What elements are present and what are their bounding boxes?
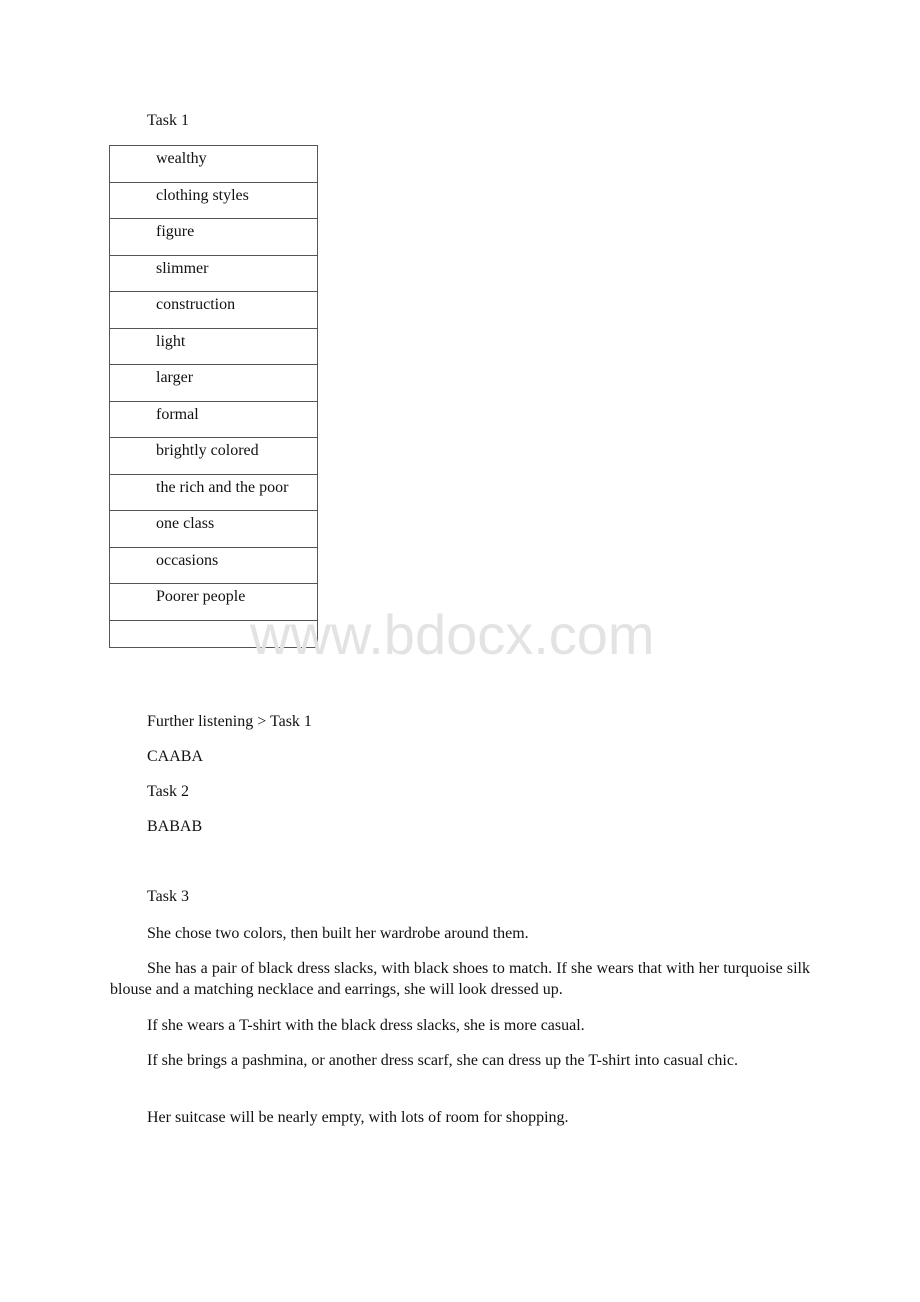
further-listening-heading: Further listening > Task 1 (147, 713, 312, 730)
table-row: occasions (109, 546, 318, 584)
answer-text: the rich and the poor (156, 478, 289, 496)
table-row: wealthy (109, 145, 318, 183)
task3-paragraph: She has a pair of black dress slacks, wi… (110, 960, 810, 998)
table-row: one class (109, 510, 318, 548)
answer-text: wealthy (156, 150, 207, 167)
table-cell: larger (109, 364, 318, 402)
task2-answer-key: BABAB (147, 818, 203, 835)
answer-text: light (156, 332, 186, 350)
task3-paragraph: She chose two colors, then built her war… (147, 925, 529, 942)
task3-paragraph: If she brings a pashmina, or another dre… (147, 1052, 738, 1069)
table-cell: light (109, 327, 318, 365)
answer-text: figure (156, 223, 195, 240)
answer-text: larger (156, 369, 194, 386)
task3-paragraph: If she wears a T-shirt with the black dr… (147, 1017, 585, 1034)
task3-paragraph: Her suitcase will be nearly empty, with … (147, 1109, 569, 1126)
table-cell: construction (109, 291, 318, 329)
document-page: Task 1 wealthy clothing styles figure sl… (0, 0, 920, 1302)
table-row: figure (109, 218, 318, 256)
answer-text: construction (156, 296, 236, 313)
answer-text: formal (156, 405, 199, 423)
answer-text: one class (156, 515, 215, 532)
table-row: clothing styles (109, 181, 318, 219)
table-row: larger (109, 364, 318, 402)
answer-text: clothing styles (156, 186, 249, 204)
task1-answer-table: wealthy clothing styles figure slimmer c… (109, 145, 318, 648)
table-cell: wealthy (109, 145, 318, 183)
answer-text: brightly colored (156, 442, 259, 459)
task3-heading: Task 3 (147, 888, 189, 905)
table-cell: figure (109, 218, 318, 256)
table-row: light (109, 327, 318, 365)
task2-heading: Task 2 (147, 783, 189, 800)
table-cell: one class (109, 510, 318, 548)
table-cell: occasions (109, 546, 318, 584)
watermark: www.bdocx.com (250, 603, 655, 666)
answer-text: slimmer (156, 259, 209, 277)
table-row: brightly colored (109, 437, 318, 475)
table-row: formal (109, 400, 318, 438)
table-cell: slimmer (109, 254, 318, 292)
task1-answer-key: CAABA (147, 748, 204, 765)
table-cell: the rich and the poor (109, 473, 318, 511)
table-row: the rich and the poor (109, 473, 318, 511)
table-cell: formal (109, 400, 318, 438)
answer-text: occasions (156, 551, 219, 569)
table-row: slimmer (109, 254, 318, 292)
task1-heading: Task 1 (147, 112, 189, 129)
table-row: construction (109, 291, 318, 329)
table-cell: clothing styles (109, 181, 318, 219)
table-cell: brightly colored (109, 437, 318, 475)
